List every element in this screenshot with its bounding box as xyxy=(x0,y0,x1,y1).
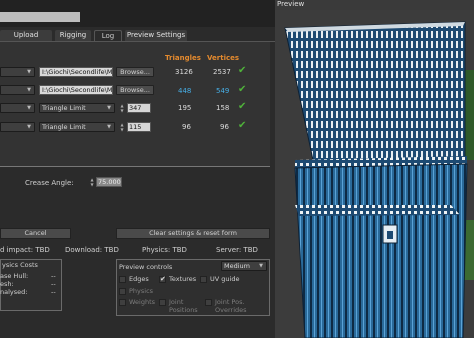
joint-positions-label: Joint Positions xyxy=(169,298,198,314)
spinner-arrows-icon[interactable]: ▲ ▼ xyxy=(89,177,95,187)
impact-status: d impact: TBD xyxy=(0,246,50,254)
physics-cost-label: esh: xyxy=(0,280,14,288)
lod-source-dropdown[interactable]: ▼ xyxy=(0,85,35,95)
triangles-value: 448 xyxy=(178,87,192,95)
vertices-value: 96 xyxy=(220,123,229,131)
server-status: Server: TBD xyxy=(216,246,258,254)
tab-preview-settings[interactable]: Preview Settings xyxy=(125,30,187,41)
preview-controls-title: Preview controls xyxy=(119,263,173,271)
download-status: Download: TBD xyxy=(65,246,119,254)
weights-label: Weights xyxy=(129,298,156,306)
check-icon: ✔ xyxy=(238,120,247,131)
tab-upload-options[interactable]: Upload options xyxy=(0,30,52,50)
triangles-value: 96 xyxy=(182,123,191,131)
lod-file-path-field[interactable]: I:\Giochi\Secondlife\Mo xyxy=(39,85,113,95)
chest-model-render xyxy=(275,10,474,338)
lod-source-dropdown[interactable]: ▼ xyxy=(0,103,35,113)
triangles-header: Triangles xyxy=(165,54,201,62)
physics-cost-label: ase Hull: xyxy=(0,272,29,280)
reduction-method-dropdown[interactable]: Triangle Limit ▼ xyxy=(39,122,115,132)
window-title-area xyxy=(0,12,80,22)
triangles-value: 195 xyxy=(178,104,192,112)
joint-overrides-checkbox[interactable] xyxy=(205,299,212,306)
uv-guide-label: UV guide xyxy=(210,275,240,283)
lod-source-dropdown[interactable]: ▼ xyxy=(0,67,35,77)
textures-checkbox[interactable]: ✔ xyxy=(159,276,166,283)
physics-cost-value: -- xyxy=(51,288,56,296)
crease-angle-label: Crease Angle: xyxy=(25,179,74,187)
crease-angle-input[interactable]: 75.000 xyxy=(96,177,122,187)
edges-checkbox[interactable] xyxy=(119,276,126,283)
physics-label: Physics xyxy=(129,287,154,295)
cancel-button[interactable]: Cancel xyxy=(0,228,71,239)
reduction-method-dropdown[interactable]: Triangle Limit ▼ xyxy=(39,103,115,113)
vertices-value: 549 xyxy=(216,87,230,95)
physics-cost-value: -- xyxy=(51,272,56,280)
lod-source-dropdown[interactable]: ▼ xyxy=(0,122,35,132)
check-icon: ✔ xyxy=(238,65,247,76)
spinner-arrows-icon[interactable]: ▲ ▼ xyxy=(119,103,125,113)
lod-file-path-field[interactable]: I:\Giochi\Secondlife\Mo xyxy=(39,67,113,77)
physics-cost-label: nalysed: xyxy=(0,288,28,296)
physics-costs-title: ysics Costs xyxy=(2,261,38,269)
textures-label: Textures xyxy=(169,275,197,283)
triangle-limit-input[interactable]: 115 xyxy=(127,122,151,132)
tab-log[interactable]: Log xyxy=(94,30,122,41)
clear-settings-button[interactable]: Clear settings & reset form xyxy=(116,228,270,239)
weights-checkbox[interactable] xyxy=(119,299,126,306)
preview-quality-dropdown[interactable]: Medium ▼ xyxy=(221,261,267,271)
vertices-value: 158 xyxy=(216,104,230,112)
triangle-limit-input[interactable]: 347 xyxy=(127,103,151,113)
joint-positions-checkbox[interactable] xyxy=(159,299,166,306)
edges-label: Edges xyxy=(129,275,149,283)
preview-pane: Preview xyxy=(275,0,474,338)
uv-guide-checkbox[interactable] xyxy=(200,276,207,283)
triangles-value: 3126 xyxy=(175,68,193,76)
browse-button[interactable]: Browse... xyxy=(116,85,154,95)
browse-button[interactable]: Browse... xyxy=(116,67,154,77)
tab-rigging[interactable]: Rigging xyxy=(55,30,91,41)
physics-cost-value: -- xyxy=(51,280,56,288)
physics-checkbox[interactable] xyxy=(119,288,126,295)
vertices-value: 2537 xyxy=(213,68,231,76)
check-icon: ✔ xyxy=(238,84,247,95)
joint-overrides-label: Joint Pos. Overrides xyxy=(215,298,247,314)
vertices-header: Vertices xyxy=(207,54,240,62)
physics-status: Physics: TBD xyxy=(142,246,187,254)
spinner-arrows-icon[interactable]: ▲ ▼ xyxy=(119,122,125,132)
check-icon: ✔ xyxy=(238,101,247,112)
